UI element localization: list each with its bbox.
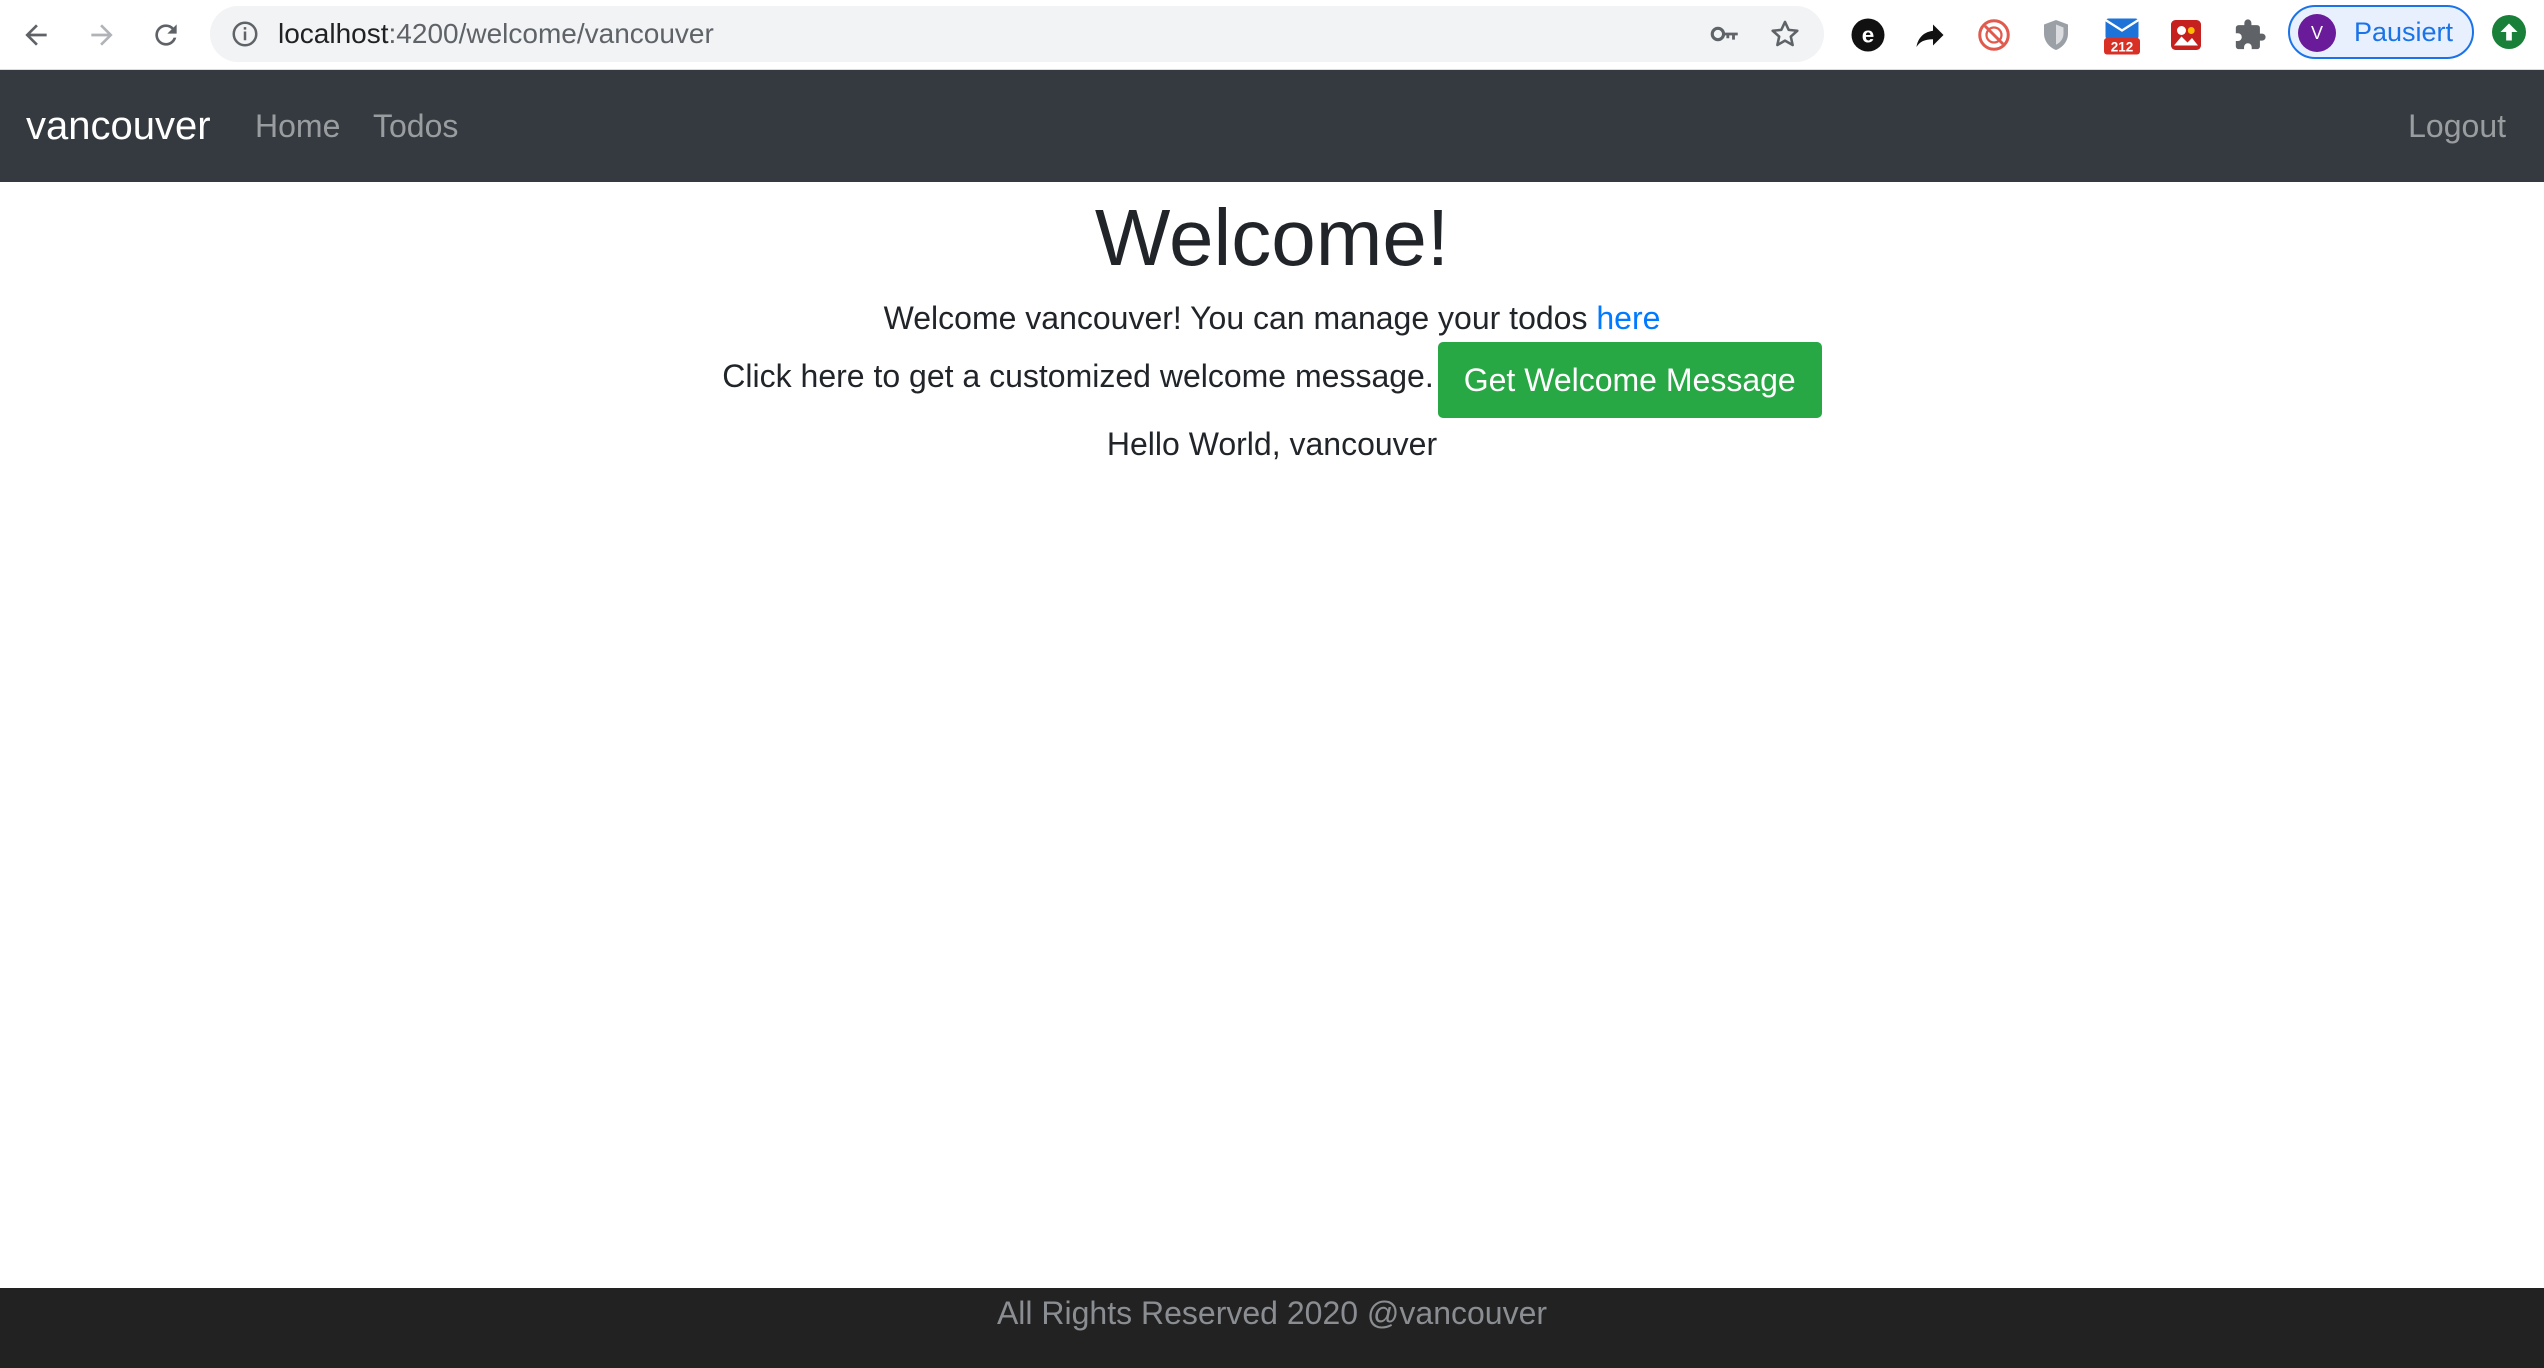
extension-media-button[interactable] — [2164, 13, 2208, 57]
reload-button[interactable] — [142, 11, 190, 59]
extension-e-button[interactable]: e — [1846, 13, 1890, 57]
shield-icon — [2044, 20, 2068, 50]
svg-text:e: e — [1862, 23, 1875, 48]
extension-blocker-button[interactable] — [1972, 13, 2016, 57]
intro-text: Welcome vancouver! You can manage your t… — [883, 300, 1597, 336]
navbar-brand[interactable]: vancouver — [26, 70, 211, 182]
block-icon — [1978, 19, 2010, 51]
arrow-right-icon — [91, 24, 113, 46]
nav-link-home[interactable]: Home — [255, 70, 340, 182]
profile-button[interactable]: V Pausiert — [2288, 5, 2474, 59]
todos-link[interactable]: here — [1596, 300, 1660, 336]
extension-mail-button[interactable]: 212 — [2100, 13, 2144, 57]
share-arrow-icon — [1916, 24, 1944, 47]
arrow-left-icon — [25, 24, 47, 46]
avatar: V — [2298, 14, 2336, 52]
footer-text: All Rights Reserved 2020 @vancouver — [996, 1295, 1548, 1331]
star-icon[interactable] — [1768, 17, 1802, 51]
mail-icon: 212 — [2104, 18, 2140, 55]
nav-link-logout[interactable]: Logout — [2408, 70, 2506, 182]
reload-icon — [155, 24, 177, 46]
mail-badge: 212 — [2111, 40, 2134, 55]
footer: All Rights Reserved 2020 @vancouver — [0, 1288, 2544, 1368]
extension-shield-button[interactable] — [2034, 13, 2078, 57]
address-bar[interactable]: localhost:4200/welcome/vancouver — [210, 6, 1824, 62]
puzzle-icon — [2235, 19, 2266, 50]
welcome-cta-row: Click here to get a customized welcome m… — [0, 342, 2544, 418]
e-extension-icon: e — [1851, 18, 1885, 52]
profile-status: Pausiert — [2354, 17, 2454, 47]
extension-share-button[interactable] — [1908, 13, 1952, 57]
nav-link-todos[interactable]: Todos — [373, 70, 458, 182]
key-icon[interactable] — [1708, 17, 1742, 51]
page-title: Welcome! — [1094, 193, 1450, 282]
forward-button[interactable] — [78, 11, 126, 59]
back-button[interactable] — [12, 11, 60, 59]
update-button[interactable] — [2492, 15, 2526, 49]
info-icon[interactable] — [230, 19, 260, 49]
intro-line: Welcome vancouver! You can manage your t… — [0, 294, 2544, 342]
url-path: :4200/welcome/vancouver — [388, 18, 714, 49]
welcome-message: Hello World, vancouver — [1106, 426, 1438, 462]
cta-text: Click here to get a customized welcome m… — [722, 358, 1434, 394]
app-navbar: vancouver Home Todos Logout — [0, 70, 2544, 182]
url-host: localhost — [278, 18, 389, 49]
extensions-menu-button[interactable] — [2228, 13, 2272, 57]
get-welcome-message-button[interactable]: Get Welcome Message — [1437, 342, 1822, 418]
url-text[interactable]: localhost:4200/welcome/vancouver — [278, 6, 714, 62]
browser-toolbar: localhost:4200/welcome/vancouver e 212 V… — [0, 0, 2544, 70]
arrow-up-icon — [2500, 23, 2518, 41]
media-icon — [2171, 20, 2201, 50]
